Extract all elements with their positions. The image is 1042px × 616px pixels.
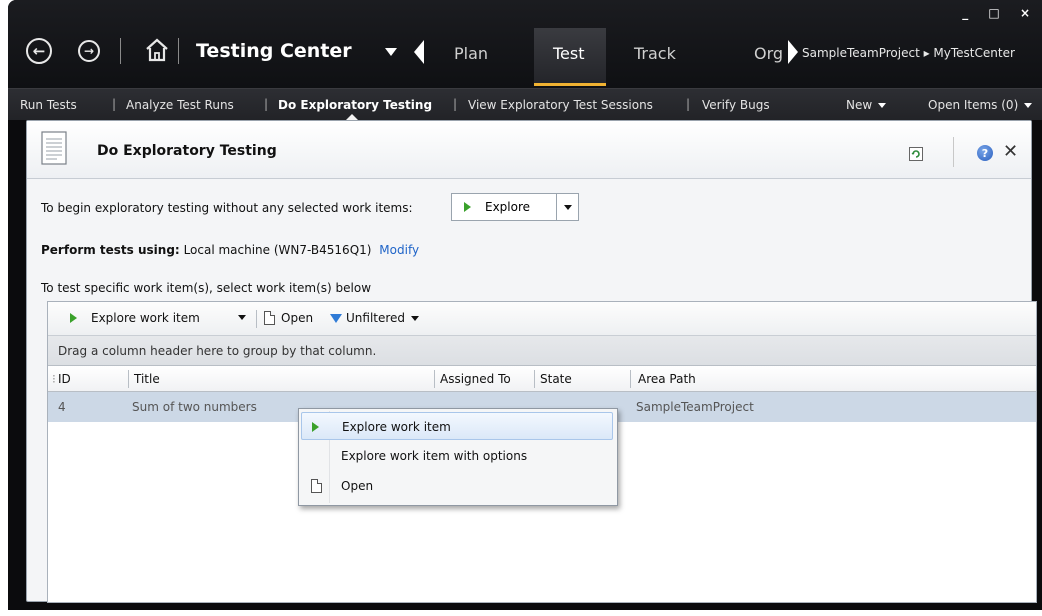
begin-testing-text: To begin exploratory testing without any… [41,201,413,215]
subnav-analyze-test-runs[interactable]: Analyze Test Runs [126,98,234,112]
test-machine-value: Local machine (WN7-B4516Q1) [183,243,372,257]
exploratory-panel: Do Exploratory Testing ? ✕ To begin expl… [26,120,1037,603]
explore-dropdown-button[interactable] [556,194,578,220]
chevron-down-icon [238,315,246,320]
grid-toolbar: Explore work item Open Unfiltered [48,302,1036,336]
row-area-path: SampleTeamProject [636,400,754,414]
menu-item-label: Open [341,479,374,493]
context-menu: Explore work item Explore work item with… [298,408,618,506]
modify-link[interactable]: Modify [379,243,419,257]
tab-track[interactable]: Track [634,44,676,63]
home-icon[interactable] [144,36,170,64]
app-window: _ □ × ← → Testing Center Plan Test Track… [8,0,1042,610]
subnav-divider: | [686,97,691,111]
back-icon[interactable]: ← [26,38,52,64]
help-icon[interactable]: ? [977,145,993,161]
close-icon[interactable]: ✕ [1003,141,1018,162]
open-button[interactable]: Open [264,311,313,325]
tab-org[interactable]: Org [754,44,783,63]
filter-label: Unfiltered [346,311,406,325]
open-icon [311,479,322,493]
explore-split-button: Explore [451,193,579,221]
open-items-label: Open Items (0) [928,98,1019,112]
subnav-verify-bugs[interactable]: Verify Bugs [702,98,770,112]
subnav-divider: | [112,97,117,111]
column-area-path[interactable]: Area Path [638,372,696,386]
play-icon [464,202,471,212]
subnav-run-tests[interactable]: Run Tests [20,98,77,112]
home-divider [178,38,179,64]
chevron-down-icon [563,204,572,210]
chevron-down-icon [411,315,420,321]
menu-item-label: Explore work item with options [341,449,528,463]
tab-plan[interactable]: Plan [454,44,488,63]
header-divider [953,137,954,167]
project-breadcrumb[interactable]: SampleTeamProject ▸ MyTestCenter [802,46,1015,60]
window-controls[interactable]: _ □ × [962,6,1038,20]
column-divider[interactable] [434,370,435,388]
forward-icon[interactable]: → [78,40,100,62]
chevron-down-icon [1024,103,1033,108]
document-icon [41,131,67,165]
column-divider[interactable] [630,370,631,388]
play-icon [312,422,319,432]
explore-button[interactable]: Explore [452,194,556,220]
subnav-divider: | [453,97,458,111]
subnav-do-exploratory-testing[interactable]: Do Exploratory Testing [278,98,432,112]
menu-item-open[interactable]: Open [301,472,613,500]
column-divider[interactable] [128,370,129,388]
explore-work-item-dropdown[interactable] [238,315,246,320]
select-work-items-text: To test specific work item(s), select wo… [41,281,372,295]
open-button-label: Open [281,311,314,325]
perform-tests-row: Perform tests using: Local machine (WN7-… [41,243,419,257]
perform-tests-label: Perform tests using: [41,243,180,257]
play-icon [70,313,77,323]
title-bar: _ □ × ← → Testing Center Plan Test Track… [8,0,1042,88]
filter-icon [330,313,342,323]
refresh-icon[interactable] [909,147,923,161]
new-menu[interactable]: New [846,98,887,112]
panel-header: Do Exploratory Testing ? ✕ [27,121,1031,179]
menu-item-explore-work-item[interactable]: Explore work item [301,412,613,440]
open-icon [264,311,275,325]
explore-button-label: Explore [485,200,531,214]
explore-work-item-label: Explore work item [91,311,200,325]
group-by-hint[interactable]: Drag a column header here to group by th… [48,336,1036,366]
page-title: Do Exploratory Testing [97,143,277,159]
chevron-down-icon[interactable] [385,48,397,56]
column-state[interactable]: State [540,372,572,386]
sub-navigation: Run Tests | Analyze Test Runs | Do Explo… [8,88,1042,120]
tab-scroll-right-icon[interactable] [788,40,798,64]
row-id: 4 [58,400,66,414]
subnav-divider: | [264,97,269,111]
app-title[interactable]: Testing Center [196,40,352,62]
chevron-down-icon [878,103,887,108]
grid-column-headers: ⁝ ID Title Assigned To State Area Path [48,366,1036,392]
column-assigned-to[interactable]: Assigned To [440,372,511,386]
column-id[interactable]: ID [58,372,71,386]
row-title: Sum of two numbers [132,400,257,414]
menu-item-explore-with-options[interactable]: Explore work item with options [301,442,613,470]
new-menu-label: New [846,98,873,112]
explore-work-item-button[interactable]: Explore work item [70,311,200,325]
column-title[interactable]: Title [134,372,160,386]
column-divider[interactable] [534,370,535,388]
filter-button[interactable]: Unfiltered [330,311,420,325]
toolbar-divider [256,310,257,328]
tab-test[interactable]: Test [553,44,585,63]
nav-divider [120,38,121,64]
subnav-view-exploratory-sessions[interactable]: View Exploratory Test Sessions [468,98,653,112]
open-items-menu[interactable]: Open Items (0) [928,98,1033,112]
tab-scroll-left-icon[interactable] [414,40,424,64]
menu-item-label: Explore work item [342,420,451,434]
column-grip: ⁝ [52,372,56,386]
